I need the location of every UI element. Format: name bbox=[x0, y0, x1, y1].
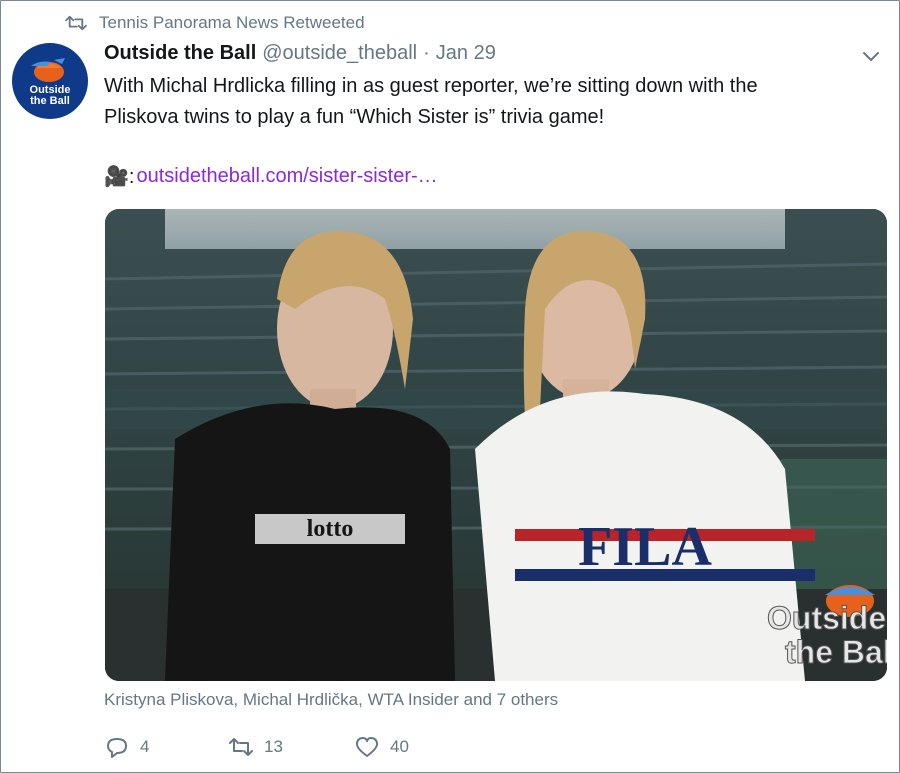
movie-camera-icon: 🎥: bbox=[104, 166, 135, 188]
retweet-action-icon bbox=[229, 738, 253, 756]
retweet-icon bbox=[65, 15, 87, 31]
cap-icon bbox=[31, 58, 65, 82]
tweet-date[interactable]: Jan 29 bbox=[436, 42, 496, 65]
author-name[interactable]: Outside the Ball bbox=[104, 42, 256, 65]
tweet-card: Tennis Panorama News Retweeted Outside t… bbox=[0, 0, 900, 773]
reply-count: 4 bbox=[140, 737, 150, 756]
like-button[interactable]: 40 bbox=[354, 735, 409, 759]
reply-icon bbox=[107, 738, 127, 758]
avatar-text-line2: the Ball bbox=[30, 95, 70, 107]
avatar[interactable]: Outside the Ball bbox=[12, 43, 88, 119]
tweet-header: Outside the Ball @outside_theball · Jan … bbox=[104, 42, 496, 65]
retweet-button[interactable]: 13 bbox=[228, 735, 283, 759]
watermark-line2: the Ball bbox=[785, 634, 887, 670]
tagged-people[interactable]: Kristyna Pliskova, Michal Hrdlička, WTA … bbox=[104, 690, 558, 710]
tweet-link-line: 🎥: outsidetheball.com/sister-sister-… bbox=[104, 164, 438, 189]
tweet-text: With Michal Hrdlicka filling in as guest… bbox=[104, 71, 864, 133]
heart-icon bbox=[355, 737, 379, 757]
header-separator: · bbox=[423, 42, 430, 64]
shirt-left-text: lotto bbox=[307, 516, 354, 542]
like-count: 40 bbox=[390, 737, 409, 756]
shirt-right-text: FILA bbox=[578, 516, 712, 578]
retweet-count: 13 bbox=[264, 737, 283, 756]
chevron-down-icon[interactable] bbox=[861, 46, 881, 66]
retweet-context: Tennis Panorama News Retweeted bbox=[65, 11, 365, 35]
author-handle[interactable]: @outside_theball bbox=[262, 42, 417, 65]
reply-button[interactable]: 4 bbox=[104, 735, 149, 759]
stadium-scene: lotto FILA Outside the Ball bbox=[105, 209, 887, 681]
retweet-text[interactable]: Tennis Panorama News Retweeted bbox=[99, 13, 365, 33]
action-bar: 4 13 40 bbox=[104, 735, 444, 761]
watermark-line1: Outside bbox=[767, 600, 886, 636]
tweet-link[interactable]: outsidetheball.com/sister-sister-… bbox=[136, 165, 437, 188]
video-thumbnail[interactable]: lotto FILA Outside the Ball bbox=[105, 209, 887, 681]
tweet-text-line1: With Michal Hrdlicka filling in as guest… bbox=[104, 75, 758, 97]
tweet-text-line2: Pliskova twins to play a fun “Which Sist… bbox=[104, 106, 605, 128]
